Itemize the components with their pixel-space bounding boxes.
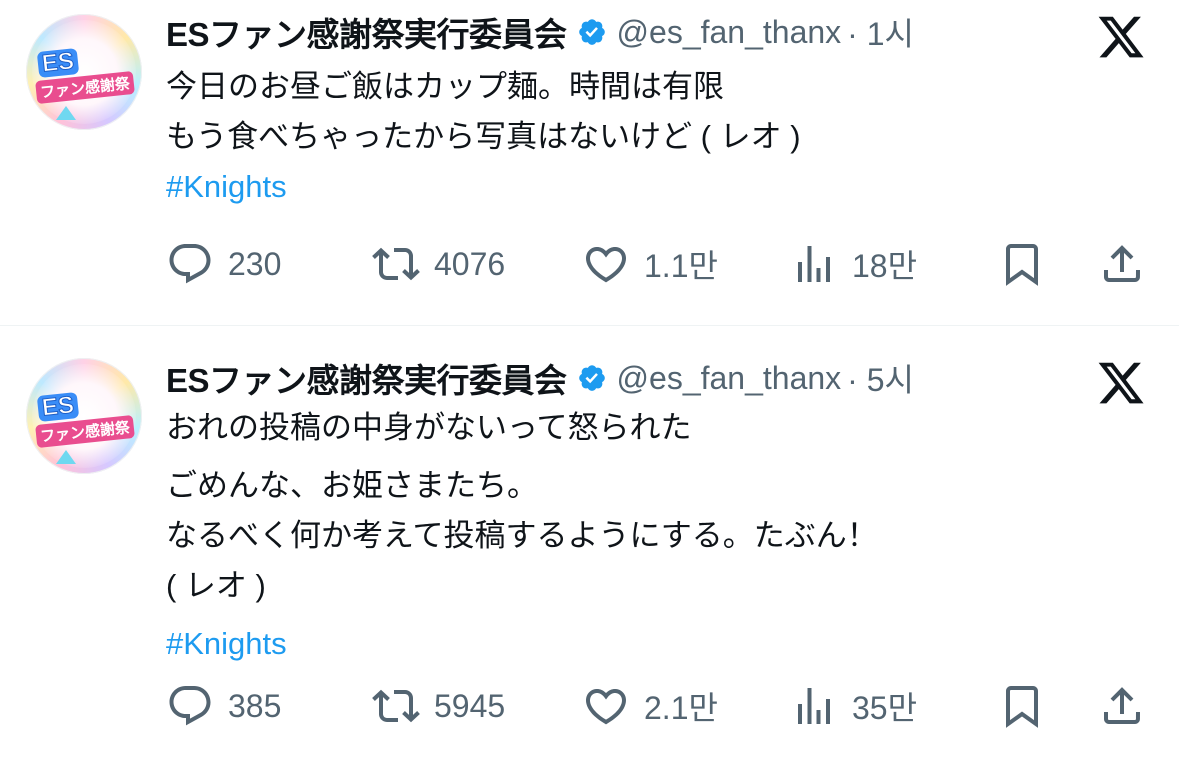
repost-button[interactable]: 4076: [372, 234, 505, 294]
tweet-text: 今日のお昼ご飯はカップ麺。時間は有限 もう食べちゃったから写真はないけど ( レ…: [166, 62, 801, 212]
action-bar: 230 4076 1.1만 18만: [0, 234, 1179, 294]
share-icon: [1104, 245, 1140, 282]
tweet-header: ESファン感謝祭実行委員会 @es_fan_thanx · 5시: [166, 355, 914, 401]
like-button[interactable]: 2.1만: [582, 676, 718, 736]
action-bar: 385 5945 2.1만 35만: [0, 676, 1179, 736]
tweet-text-line: なるべく何か考えて投稿するようにする。たぶん！: [166, 518, 878, 553]
reply-button[interactable]: 385: [166, 676, 281, 736]
repost-icon: [372, 689, 420, 723]
verified-badge-icon: [578, 19, 605, 45]
author-name[interactable]: ESファン感謝祭実行委員会: [166, 8, 567, 56]
tweet-text-line: もう食べちゃったから写真はないけど ( レオ ): [166, 119, 801, 154]
reply-button[interactable]: 230: [166, 234, 281, 294]
timestamp[interactable]: · 5시: [847, 355, 914, 401]
tweet-header: ESファン感謝祭実行委員会 @es_fan_thanx · 1시: [166, 9, 914, 55]
timestamp[interactable]: · 1시: [847, 9, 914, 55]
repost-count: 5945: [434, 687, 506, 724]
tweet-divider: [0, 325, 1179, 326]
tweet-text-line: ごめんな、お姫さまたち。: [166, 468, 538, 503]
x-logo-icon: [1098, 16, 1144, 58]
like-count: 2.1만: [644, 690, 718, 726]
reply-icon: [169, 686, 211, 726]
analytics-icon: [798, 688, 830, 724]
repost-button[interactable]: 5945: [372, 676, 505, 736]
share-button[interactable]: [1098, 234, 1146, 294]
author-handle[interactable]: @es_fan_thanx: [617, 360, 842, 397]
like-count: 1.1만: [644, 248, 718, 284]
heart-icon: [585, 689, 627, 725]
reply-count: 385: [228, 687, 282, 724]
bookmark-button[interactable]: [998, 234, 1046, 294]
views-count: 18만: [852, 248, 918, 284]
hashtag-link[interactable]: #Knights: [166, 162, 801, 212]
repost-count: 4076: [434, 245, 506, 282]
hashtag-link[interactable]: #Knights: [166, 619, 878, 669]
views-button[interactable]: 35만: [790, 676, 917, 736]
like-button[interactable]: 1.1만: [582, 234, 718, 294]
avatar-logo: ES: [36, 391, 80, 422]
star-icon: [56, 106, 76, 120]
avatar[interactable]: ES ファン感謝祭: [26, 358, 142, 474]
tweet-text-line: ( レオ ): [166, 568, 266, 603]
x-logo-icon: [1098, 362, 1144, 404]
tweet-text-line: おれの投稿の中身がないって怒られた: [166, 410, 692, 445]
verified-badge-icon: [578, 365, 605, 391]
views-count: 35만: [852, 690, 918, 726]
share-icon: [1104, 687, 1140, 724]
reply-icon: [169, 244, 211, 284]
tweet-text-line: 今日のお昼ご飯はカップ麺。時間は有限: [166, 69, 724, 104]
tweet-text: おれの投稿の中身がないって怒られた ごめんな、お姫さまたち。 なるべく何か考えて…: [166, 403, 878, 669]
author-handle[interactable]: @es_fan_thanx: [617, 14, 842, 51]
views-button[interactable]: 18만: [790, 234, 917, 294]
bookmark-icon: [1006, 686, 1038, 728]
heart-icon: [585, 247, 627, 283]
bookmark-icon: [1006, 244, 1038, 286]
bookmark-button[interactable]: [998, 676, 1046, 736]
share-button[interactable]: [1098, 676, 1146, 736]
avatar-logo: ES: [36, 47, 80, 78]
repost-icon: [372, 247, 420, 281]
avatar[interactable]: ES ファン感謝祭: [26, 14, 142, 130]
author-name[interactable]: ESファン感謝祭実行委員会: [166, 354, 567, 402]
reply-count: 230: [228, 245, 282, 282]
star-icon: [56, 450, 76, 464]
analytics-icon: [798, 246, 830, 282]
